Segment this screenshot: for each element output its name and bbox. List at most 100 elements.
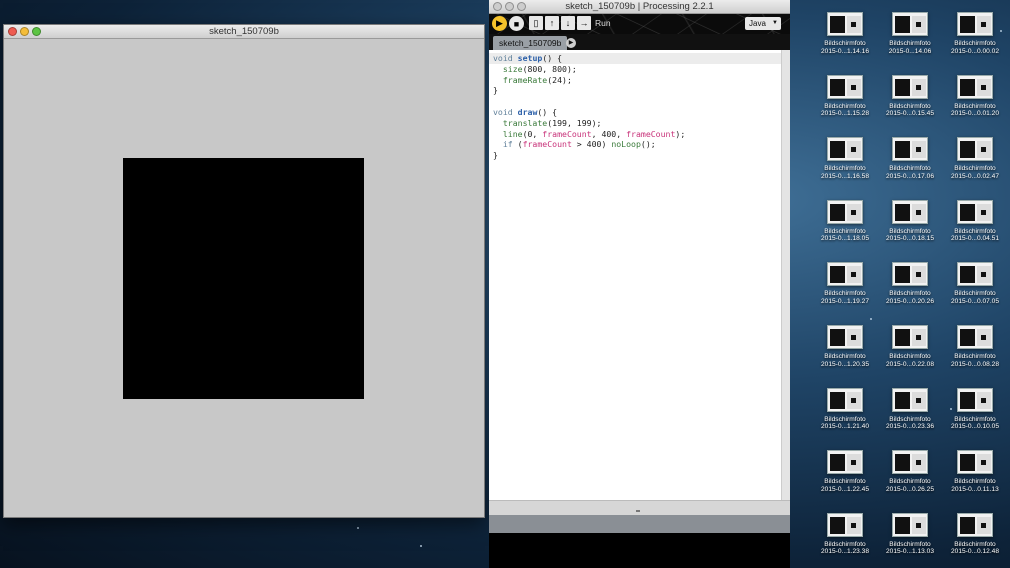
close-button[interactable] (8, 27, 17, 36)
mode-select[interactable]: Java ▼ (745, 17, 781, 30)
code-line[interactable]: if (frameCount > 400) noLoop(); (489, 139, 781, 150)
file-name-label: Bildschirmfoto (889, 40, 931, 47)
file-date-label: 2015-0...0.11.13 (951, 485, 999, 493)
editor-console-divider[interactable] (489, 500, 790, 515)
file-name-label: Bildschirmfoto (889, 478, 931, 486)
code-line[interactable] (489, 96, 781, 107)
file-date-label: 2015-0...1.19.27 (820, 297, 870, 305)
file-date-label: 2015-0...1.23.38 (820, 548, 870, 556)
arrow-right-icon: ▶ (568, 40, 574, 46)
code-token: frameCount (542, 128, 592, 139)
zoom-button[interactable] (517, 2, 526, 11)
desktop-file-icon[interactable]: Bildschirmfoto 2015-0...0.04.51 (944, 199, 1006, 260)
code-line[interactable]: size(800, 800); (489, 64, 781, 75)
desktop-file-icon[interactable]: Bildschirmfoto 2015-0...1.19.27 (814, 262, 876, 322)
desktop-file-icon[interactable]: Bildschirmfoto 2015-0...0.15.45 (879, 74, 941, 135)
tab-menu-button[interactable]: ▶ (566, 38, 576, 48)
file-name-label: Bildschirmfoto (824, 102, 866, 110)
code-line[interactable]: void draw() { (489, 107, 781, 118)
play-icon: ▶ (496, 18, 503, 28)
desktop-file-icon[interactable]: Bildschirmfoto 2015-0...0.26.25 (879, 450, 941, 510)
desktop-file-icon[interactable]: Bildschirmfoto 2015-0...0.20.26 (879, 262, 941, 322)
file-name-label: Bildschirmfoto (954, 290, 996, 298)
file-date-label: 2015-0...0.00.02 (950, 47, 1000, 55)
file-name-label: Bildschirmfoto (824, 353, 866, 360)
minimize-button[interactable] (505, 2, 514, 11)
code-token: draw (517, 106, 538, 117)
desktop-file-icon[interactable]: Bildschirmfoto 2015-0...0.07.05 (944, 262, 1006, 322)
arrow-right-icon: → (579, 18, 589, 28)
sketch-titlebar[interactable]: sketch_150709b (4, 25, 484, 39)
screenshot-thumbnail-icon (957, 137, 993, 162)
code-line[interactable]: frameRate(24); (489, 75, 781, 86)
code-line[interactable]: line(0, frameCount, 400, frameCount); (489, 129, 781, 140)
ide-titlebar[interactable]: sketch_150709b | Processing 2.2.1 (489, 0, 790, 14)
file-date-label: 2015-0...0.07.05 (950, 297, 1000, 305)
close-button[interactable] (493, 2, 502, 11)
resize-handle-icon (636, 510, 640, 512)
code-editor[interactable]: void setup() { size(800, 800); frameRate… (489, 50, 781, 500)
desktop-file-icon[interactable]: Bildschirmfoto 2015-0...1.21.40 (814, 387, 876, 448)
desktop-file-icon[interactable]: Bildschirmfoto 2015-0...0.17.06 (879, 137, 941, 197)
desktop-file-icon[interactable]: Bildschirmfoto 2015-0...1.22.45 (814, 450, 876, 510)
desktop-file-icon[interactable]: Bildschirmfoto 2015-0...0.11.13 (944, 450, 1006, 510)
desktop-file-icon[interactable]: Bildschirmfoto 2015-0...1.15.28 (814, 74, 876, 135)
code-line[interactable]: } (489, 150, 781, 161)
file-name-label: Bildschirmfoto (954, 353, 996, 360)
stop-button[interactable]: ■ (509, 16, 524, 31)
message-area (489, 515, 790, 533)
desktop-file-icon[interactable]: Bildschirmfoto 2015-0...1.16.58 (814, 137, 876, 197)
code-line[interactable]: void setup() { (489, 53, 781, 64)
desktop-file-icon[interactable]: Bildschirmfoto 2015-0...0.10.05 (944, 387, 1006, 448)
editor-scrollbar[interactable] (781, 50, 790, 500)
desktop-file-icon[interactable]: Bildschirmfoto 2015-0...1.13.03 (879, 512, 941, 568)
screenshot-thumbnail-icon (957, 450, 993, 475)
desktop-file-icon[interactable]: Bildschirmfoto 2015-0...14.06 (879, 12, 941, 72)
minimize-button[interactable] (20, 27, 29, 36)
code-line[interactable]: translate(199, 199); (489, 118, 781, 129)
desktop-file-icon[interactable]: Bildschirmfoto 2015-0...0.00.02 (944, 12, 1006, 72)
desktop-file-icon[interactable]: Bildschirmfoto 2015-0...1.20.35 (814, 325, 876, 385)
code-line[interactable]: } (489, 85, 781, 96)
desktop-file-icon[interactable]: Bildschirmfoto 2015-0...0.18.15 (879, 199, 941, 260)
arrow-up-icon: ↑ (549, 18, 555, 28)
export-button[interactable]: → (577, 16, 591, 30)
code-token: noLoop (611, 139, 641, 150)
run-button[interactable]: ▶ (492, 16, 507, 31)
screenshot-thumbnail-icon (957, 74, 993, 99)
desktop-file-icon[interactable]: Bildschirmfoto 2015-0...0.23.36 (879, 387, 941, 448)
desktop-file-icon[interactable]: Bildschirmfoto 2015-0...1.14.16 (814, 12, 876, 72)
file-date-label: 2015-0...0.02.47 (950, 172, 1000, 180)
desktop-file-icon[interactable]: Bildschirmfoto 2015-0...1.18.05 (814, 199, 876, 260)
desktop-file-icon[interactable]: Bildschirmfoto 2015-0...0.01.20 (944, 74, 1006, 135)
console-area[interactable] (489, 533, 790, 568)
window-controls (493, 2, 526, 11)
star (357, 527, 359, 529)
save-button[interactable]: ↓ (561, 16, 575, 30)
desktop-file-icon[interactable]: Bildschirmfoto 2015-0...0.08.28 (944, 325, 1006, 385)
file-date-label: 2015-0...0.15.45 (885, 110, 935, 118)
desktop-file-icon[interactable]: Bildschirmfoto 2015-0...0.12.48 (944, 512, 1006, 568)
tab-sketch[interactable]: sketch_150709b (493, 36, 568, 50)
file-name-label: Bildschirmfoto (954, 478, 996, 486)
screenshot-thumbnail-icon (892, 325, 928, 349)
new-button[interactable]: ▯ (529, 16, 543, 30)
desktop-file-icon[interactable]: Bildschirmfoto 2015-0...0.22.08 (879, 325, 941, 385)
desktop-file-icon[interactable]: Bildschirmfoto 2015-0...0.02.47 (944, 137, 1006, 197)
open-button[interactable]: ↑ (545, 16, 559, 30)
screenshot-thumbnail-icon (892, 262, 928, 287)
arrow-down-icon: ↓ (565, 18, 571, 28)
ide-window[interactable]: sketch_150709b | Processing 2.2.1 ▶ ■ ▯ … (489, 0, 790, 568)
code-token: () { (537, 106, 558, 117)
zoom-button[interactable] (32, 27, 41, 36)
screenshot-thumbnail-icon (957, 512, 993, 537)
screenshot-thumbnail-icon (827, 450, 863, 475)
desktop-file-icon[interactable]: Bildschirmfoto 2015-0...1.23.38 (814, 512, 876, 568)
sketch-canvas[interactable] (123, 158, 364, 399)
file-date-label: 2015-0...0.23.36 (885, 423, 935, 431)
file-date-label: 2015-0...0.26.25 (885, 485, 935, 493)
sketch-window[interactable]: sketch_150709b (3, 24, 485, 518)
